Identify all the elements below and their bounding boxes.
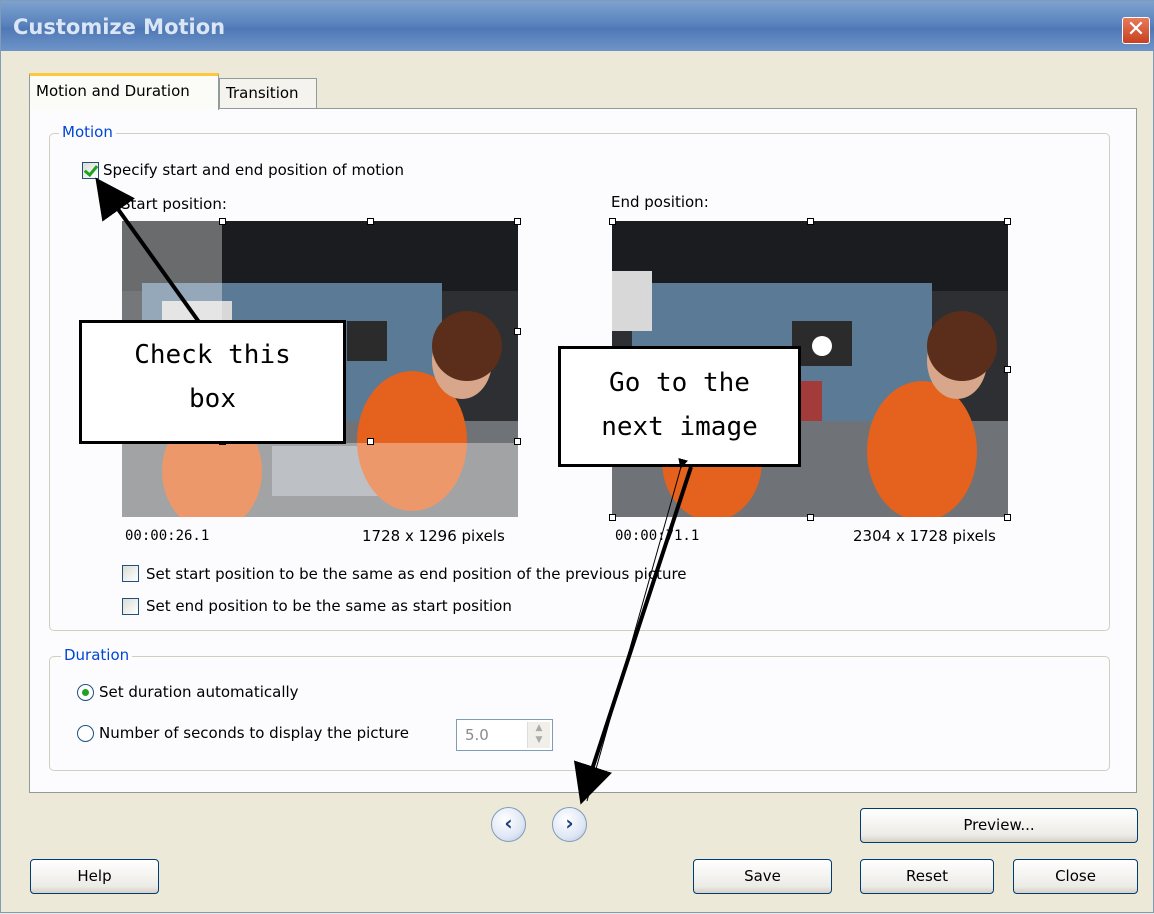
save-button[interactable]: Save (693, 859, 832, 894)
next-image-button[interactable]: › (552, 807, 587, 842)
tab-motion-and-duration[interactable]: Motion and Duration (29, 73, 219, 110)
end-handle[interactable] (1004, 366, 1011, 373)
title-bar[interactable]: Customize Motion ✕ (1, 1, 1154, 51)
help-button[interactable]: Help (30, 859, 159, 894)
specify-motion-label: Specify start and end position of motion (103, 161, 404, 179)
seconds-stepper[interactable]: 5.0 ▲ ▼ (456, 719, 553, 751)
window-title: Customize Motion (13, 15, 226, 39)
reset-button[interactable]: Reset (860, 859, 994, 894)
check-box-callout: Check this box (79, 320, 346, 444)
start-size: 1728 x 1296 pixels (362, 527, 505, 545)
previous-image-button[interactable]: ‹ (491, 807, 526, 842)
auto-duration-radio[interactable] (77, 684, 94, 701)
duration-group (49, 656, 1110, 771)
start-handle[interactable] (514, 438, 521, 445)
stepper-arrows[interactable]: ▲ ▼ (527, 722, 550, 748)
end-handle[interactable] (1004, 218, 1011, 225)
auto-duration-label: Set duration automatically (99, 683, 299, 701)
start-handle[interactable] (514, 218, 521, 225)
seconds-duration-radio[interactable] (77, 725, 94, 742)
tab-transition[interactable]: Transition (219, 78, 317, 109)
close-window-button[interactable]: ✕ (1122, 17, 1150, 44)
close-button[interactable]: Close (1013, 859, 1138, 894)
seconds-duration-label: Number of seconds to display the picture (99, 724, 409, 742)
customize-motion-dialog: Customize Motion ✕ Motion and Duration T… (0, 0, 1154, 913)
end-position-label: End position: (611, 193, 709, 211)
end-same-as-start-label: Set end position to be the same as start… (146, 597, 512, 615)
start-handle[interactable] (367, 218, 374, 225)
start-handle[interactable] (514, 328, 521, 335)
end-handle[interactable] (609, 218, 616, 225)
next-image-callout: Go to the next image (558, 346, 801, 467)
same-as-previous-label: Set start position to be the same as end… (146, 565, 687, 583)
start-handle[interactable] (367, 438, 374, 445)
end-handle[interactable] (1004, 514, 1011, 521)
start-handle[interactable] (219, 218, 226, 225)
specify-motion-checkbox[interactable] (82, 162, 99, 179)
end-handle[interactable] (807, 514, 814, 521)
start-position-label: Start position: (121, 195, 227, 213)
end-handle[interactable] (807, 218, 814, 225)
motion-group-label: Motion (59, 123, 116, 141)
end-same-as-start-checkbox[interactable] (122, 598, 139, 615)
start-time: 00:00:26.1 (125, 528, 210, 544)
end-time: 00:00:71.1 (615, 528, 700, 544)
end-handle[interactable] (609, 514, 616, 521)
seconds-value: 5.0 (465, 726, 489, 744)
same-as-previous-checkbox[interactable] (122, 565, 139, 582)
end-size: 2304 x 1728 pixels (853, 527, 996, 545)
duration-group-label: Duration (61, 646, 133, 664)
preview-button[interactable]: Preview... (860, 808, 1138, 843)
